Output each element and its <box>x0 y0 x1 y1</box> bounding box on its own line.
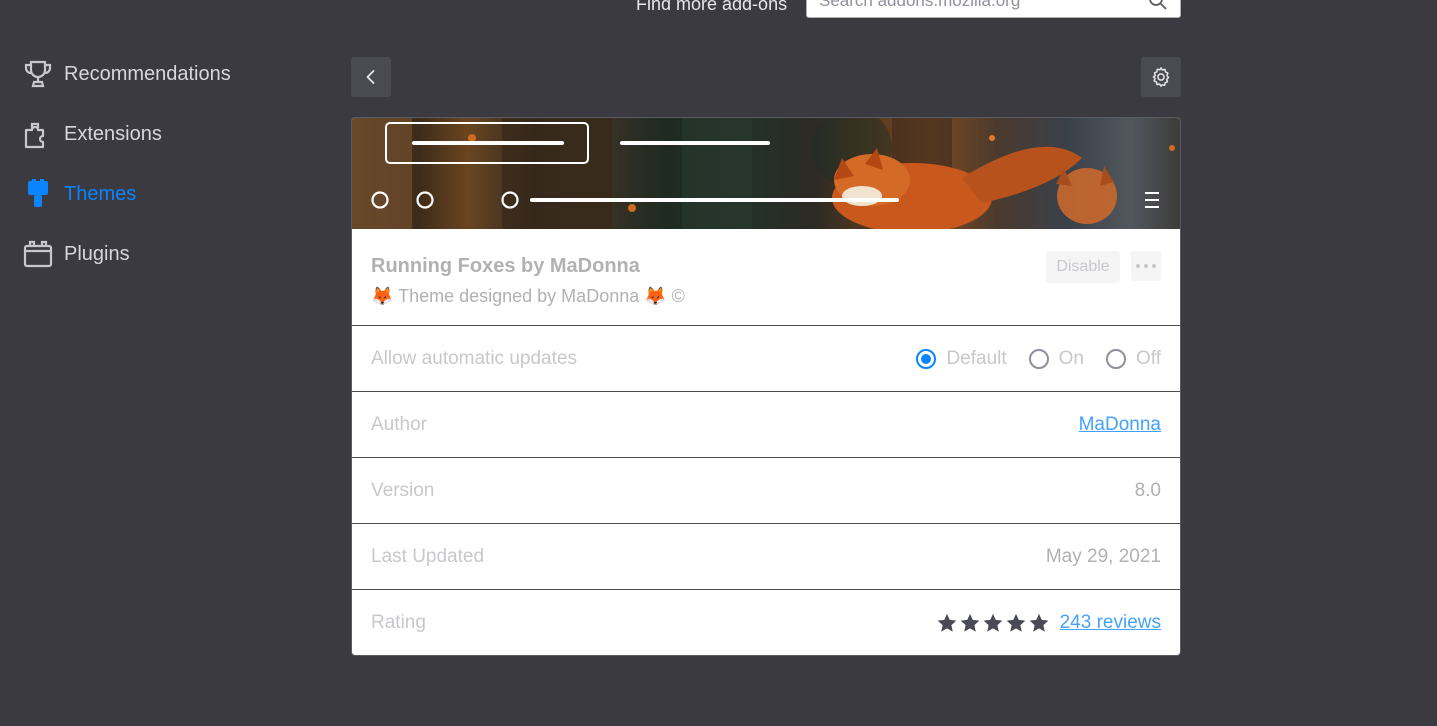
author-label: Author <box>371 413 427 435</box>
auto-updates-label: Allow automatic updates <box>371 347 577 369</box>
addon-description: 🦊 Theme designed by MaDonna 🦊 © <box>371 286 685 306</box>
addon-card: Running Foxes by MaDonna 🦊 Theme designe… <box>351 117 1181 656</box>
rating-label: Rating <box>371 612 426 633</box>
radio-label: Off <box>1136 347 1161 369</box>
auto-updates-radio-group: Default On Off <box>894 348 1161 370</box>
more-options-button[interactable] <box>1131 251 1161 281</box>
top-search-bar: Find more add-ons Search addons.mozilla.… <box>0 0 1437 20</box>
chevron-left-icon <box>366 70 375 84</box>
category-sidebar: Recommendations Extensions Themes Plugin… <box>0 44 300 284</box>
star-icon <box>937 613 956 632</box>
plugin-icon <box>22 238 54 270</box>
addon-name: Running Foxes by MaDonna <box>371 255 640 277</box>
radio-label: Default <box>946 347 1007 369</box>
version-value: 8.0 <box>1134 479 1161 501</box>
reviews-link[interactable]: 243 reviews <box>1060 612 1161 634</box>
auto-updates-row: Allow automatic updates Default On Off <box>352 326 1180 392</box>
sidebar-item-plugins[interactable]: Plugins <box>0 224 300 284</box>
star-icon <box>1006 613 1025 632</box>
radio-default[interactable] <box>916 348 937 369</box>
sidebar-item-label: Plugins <box>64 242 130 265</box>
last-updated-label: Last Updated <box>371 545 485 567</box>
star-rating <box>935 612 1050 634</box>
find-more-label: Find more add-ons <box>636 0 788 14</box>
disable-button[interactable]: Disable <box>1046 251 1120 283</box>
radio-off[interactable] <box>1106 348 1126 369</box>
author-row: Author MaDonna <box>352 392 1180 458</box>
last-updated-row: Last Updated May 29, 2021 <box>352 524 1180 590</box>
addon-header: Running Foxes by MaDonna 🦊 Theme designe… <box>352 229 1180 326</box>
sidebar-item-label: Recommendations <box>64 62 231 85</box>
more-options-icon <box>1136 264 1156 268</box>
sidebar-item-themes[interactable]: Themes <box>0 164 300 224</box>
update-option-on[interactable]: On <box>1028 347 1084 370</box>
settings-button[interactable] <box>1141 57 1181 97</box>
version-label: Version <box>371 479 435 501</box>
theme-preview-image <box>352 118 1180 229</box>
rating-row: Rating 243 reviews <box>352 590 1180 655</box>
brush-icon <box>22 178 54 210</box>
star-icon <box>1029 613 1048 632</box>
trophy-icon <box>22 58 54 90</box>
radio-label: On <box>1058 347 1084 369</box>
update-option-default[interactable]: Default <box>916 347 1007 370</box>
update-option-off[interactable]: Off <box>1106 348 1161 370</box>
star-icon <box>983 613 1002 632</box>
sidebar-item-extensions[interactable]: Extensions <box>0 104 300 164</box>
sidebar-item-label: Themes <box>64 182 137 205</box>
search-icon <box>1149 0 1167 10</box>
gear-icon <box>1152 67 1170 87</box>
search-placeholder: Search addons.mozilla.org <box>819 0 1021 10</box>
back-button[interactable] <box>351 57 391 97</box>
puzzle-icon <box>22 118 54 150</box>
sidebar-item-label: Extensions <box>64 122 162 145</box>
radio-on[interactable] <box>1028 348 1049 369</box>
search-input[interactable]: Search addons.mozilla.org <box>806 0 1181 18</box>
author-link[interactable]: MaDonna <box>1079 414 1161 436</box>
last-updated-value: May 29, 2021 <box>1045 545 1161 567</box>
star-icon <box>960 613 979 632</box>
version-row: Version 8.0 <box>352 458 1180 524</box>
sidebar-item-recommendations[interactable]: Recommendations <box>0 44 300 104</box>
browser-mock-ui <box>371 122 1159 209</box>
